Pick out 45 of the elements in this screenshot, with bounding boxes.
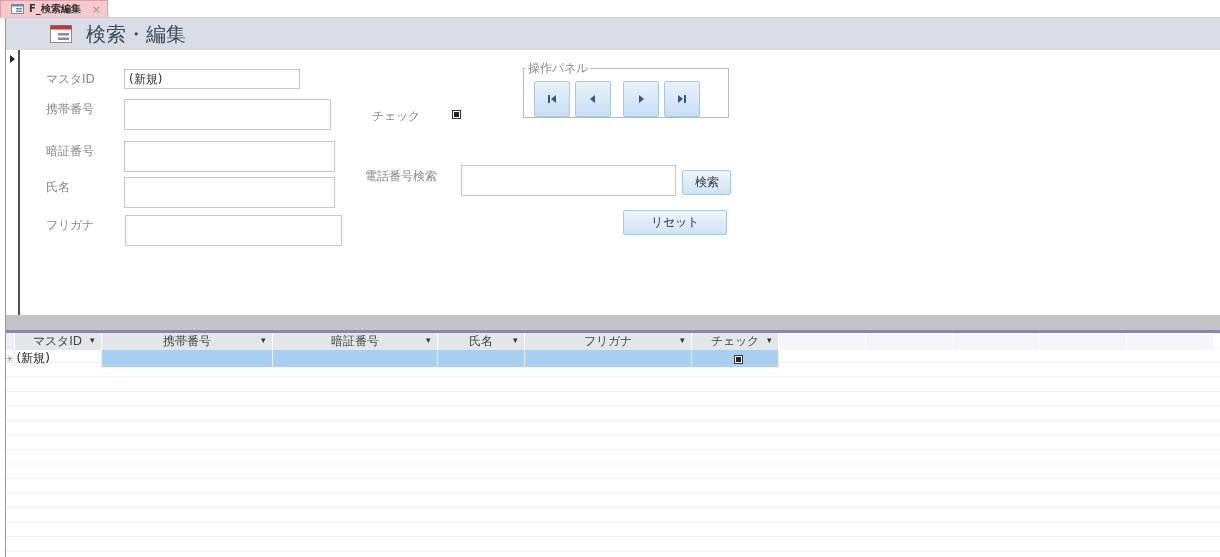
text-field[interactable]	[125, 215, 342, 246]
text-field[interactable]: (新規)	[124, 69, 300, 89]
navigation-button[interactable]	[664, 81, 700, 117]
form-icon	[11, 4, 24, 14]
column-title: チェック	[710, 334, 759, 348]
checkbox[interactable]	[734, 354, 744, 364]
checkbox-label: チェック	[372, 108, 421, 125]
field-label: 氏名	[46, 179, 71, 196]
panel-title: 操作パネル	[527, 60, 589, 77]
search-button[interactable]: 検索	[682, 170, 731, 195]
column-title: フリガナ	[583, 334, 632, 348]
form-icon	[50, 25, 72, 43]
next-icon	[637, 95, 645, 103]
column-title: 携帯番号	[162, 334, 211, 348]
dropdown-icon[interactable]: ▾	[513, 335, 518, 345]
field-label: フリガナ	[46, 217, 95, 234]
text-field[interactable]	[124, 177, 335, 208]
last-record-icon	[678, 95, 686, 103]
form-title: 検索・編集	[86, 20, 186, 48]
splitter-bar[interactable]	[6, 315, 1220, 333]
field-label: マスタID	[46, 71, 96, 88]
tab-label: F_検索編集	[29, 2, 81, 16]
navigation-button[interactable]	[534, 81, 570, 117]
column-title: 暗証番号	[330, 334, 379, 348]
field-label: 暗証番号	[46, 143, 95, 160]
text-field[interactable]	[124, 141, 335, 172]
dropdown-icon[interactable]: ▾	[261, 335, 266, 345]
new-record-icon: ✳	[6, 353, 14, 364]
search-label: 電話番号検索	[365, 168, 438, 185]
text-field[interactable]	[124, 99, 331, 130]
table-cell: (新規)	[14, 350, 102, 367]
field-label: 携帯番号	[46, 101, 95, 118]
first-record-icon	[548, 95, 556, 103]
previous-icon	[589, 95, 597, 103]
dropdown-icon[interactable]: ▾	[767, 335, 772, 345]
checkbox[interactable]	[452, 110, 461, 119]
dropdown-icon[interactable]: ▾	[680, 335, 685, 345]
reset-button[interactable]: リセット	[623, 210, 727, 235]
dropdown-icon[interactable]: ▾	[426, 335, 431, 345]
record-selector-icon	[9, 55, 15, 63]
dropdown-icon[interactable]: ▾	[90, 335, 95, 345]
document-tab[interactable]: F_検索編集 ×	[0, 0, 109, 17]
search-field[interactable]	[461, 165, 676, 196]
column-title: マスタID	[33, 334, 82, 348]
column-title: 氏名	[468, 334, 493, 348]
